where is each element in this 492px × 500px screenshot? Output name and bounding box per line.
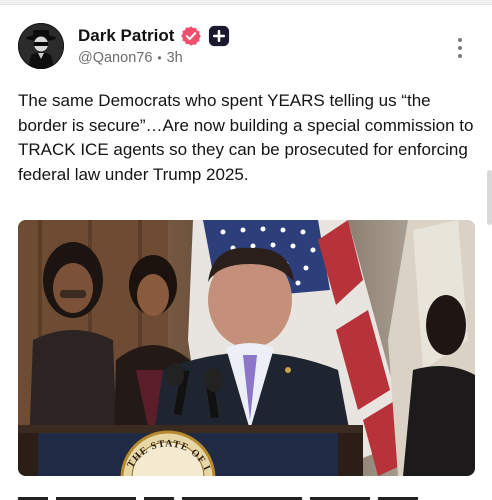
post-media-image[interactable]: THE STATE OF IL [18,220,475,476]
top-divider [0,0,492,5]
post-meta: @Qanon76 • 3h [78,50,183,66]
scrollbar[interactable] [487,170,492,225]
more-vertical-icon-dot [458,54,462,58]
author-display-name[interactable]: Dark Patriot [78,26,174,46]
plus-badge-icon [209,25,230,47]
author-handle[interactable]: @Qanon76 [78,50,152,66]
post-time[interactable]: 3h [167,50,183,66]
press-conference-photo: THE STATE OF IL [18,220,475,476]
avatar[interactable] [18,23,64,69]
masked-man-avatar-icon [18,23,64,69]
verified-badge-icon [181,26,202,46]
more-vertical-icon-dot [458,46,462,50]
author-row: Dark Patriot [78,25,230,47]
meta-separator: • [157,51,162,65]
post-body-text: The same Democrats who spent YEARS telli… [18,91,474,184]
more-vertical-icon-dot [458,38,462,42]
next-post-preview [18,492,478,500]
more-options-button[interactable] [450,36,470,60]
